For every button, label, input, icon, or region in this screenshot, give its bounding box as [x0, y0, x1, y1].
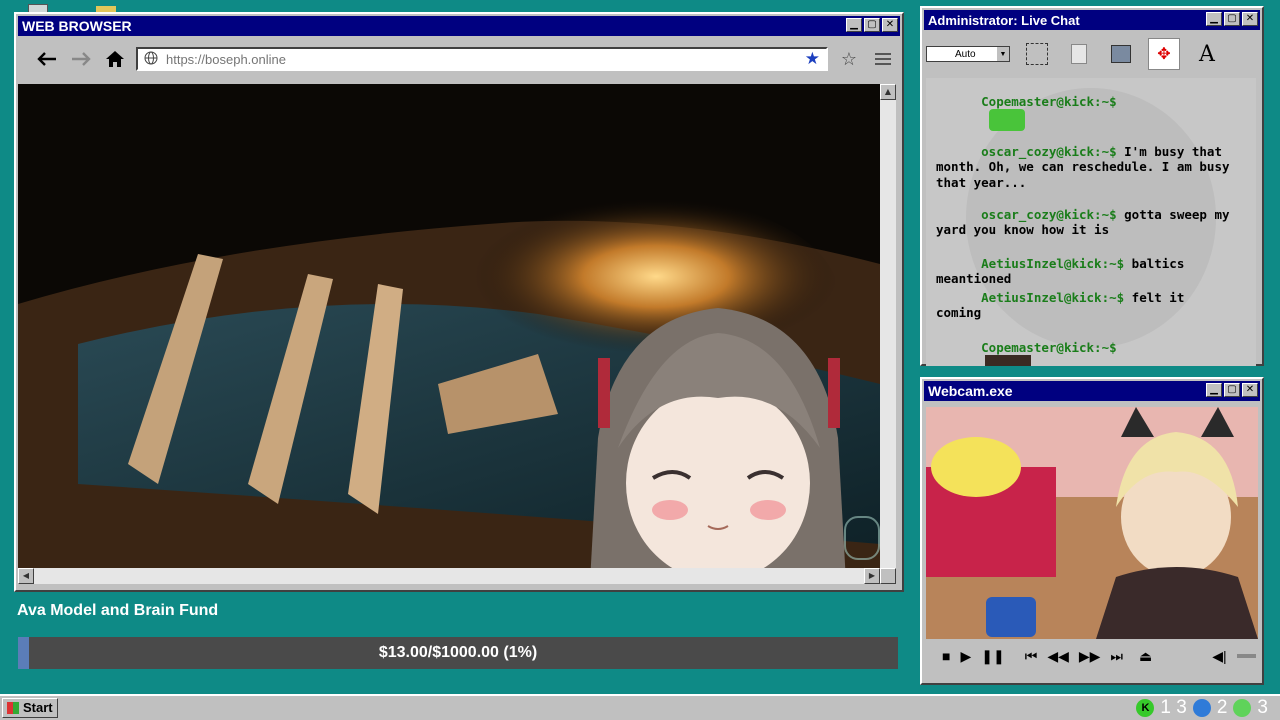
- start-label: Start: [23, 700, 53, 715]
- media-controls: ■ ▶ ❚❚ ⏮ ◀◀ ▶▶ ⏭ ⏏ ◀|: [928, 641, 1256, 671]
- scroll-up-icon[interactable]: ▲: [880, 84, 896, 100]
- home-icon[interactable]: [102, 47, 128, 71]
- minimize-button[interactable]: ▁: [1206, 383, 1222, 397]
- rewind-icon[interactable]: ◀◀: [1047, 648, 1069, 665]
- paste-icon[interactable]: [1106, 39, 1136, 69]
- url-input[interactable]: [164, 50, 799, 68]
- webcam-feed: [926, 407, 1258, 639]
- chat-username[interactable]: AetiusInzel@kick:~$: [981, 290, 1124, 305]
- moon-icon[interactable]: [1192, 699, 1211, 717]
- chat-title: Administrator: Live Chat: [928, 13, 1080, 28]
- browser-titlebar[interactable]: WEB BROWSER ▁ ▢ ✕: [18, 16, 900, 36]
- stop-icon[interactable]: ■: [942, 648, 950, 664]
- browser-title: WEB BROWSER: [22, 18, 132, 34]
- moon-count: 2: [1216, 697, 1228, 718]
- scroll-left-icon[interactable]: ◀: [18, 568, 34, 584]
- vertical-scrollbar[interactable]: ▲: [880, 84, 896, 568]
- volume-slider[interactable]: [1236, 654, 1256, 658]
- scroll-corner: [880, 568, 896, 584]
- chat-toolbar: Auto ▼ ✥ A: [926, 34, 1258, 74]
- close-button[interactable]: ✕: [1242, 12, 1258, 26]
- chat-window: Administrator: Live Chat ▁ ▢ ✕ Auto ▼ ✥ …: [920, 6, 1264, 366]
- maximize-button[interactable]: ▢: [1224, 383, 1240, 397]
- skip-back-icon[interactable]: ⏮: [1025, 648, 1038, 665]
- url-bar[interactable]: ★: [136, 47, 828, 71]
- move-icon[interactable]: ✥: [1148, 38, 1180, 70]
- fund-label: Ava Model and Brain Fund: [17, 602, 219, 619]
- start-button[interactable]: Start: [2, 698, 58, 718]
- pause-icon[interactable]: ❚❚: [981, 648, 1004, 665]
- play-count: 3: [1257, 697, 1268, 718]
- browser-navbar: ★ ☆: [34, 44, 896, 74]
- maximize-button[interactable]: ▢: [864, 18, 880, 32]
- bookmark-filled-icon[interactable]: ★: [805, 49, 820, 69]
- chat-username[interactable]: oscar_cozy@kick:~$: [981, 144, 1116, 159]
- chat-username[interactable]: oscar_cozy@kick:~$: [981, 207, 1116, 222]
- text-tool-icon[interactable]: A: [1192, 39, 1222, 69]
- globe-icon: [144, 51, 158, 68]
- chat-username[interactable]: Copemaster@kick:~$: [981, 94, 1116, 109]
- menu-icon[interactable]: [870, 47, 896, 71]
- font-select[interactable]: Auto ▼: [926, 46, 1010, 62]
- watermark-logo: [844, 516, 880, 560]
- volume-icon[interactable]: ◀|: [1212, 648, 1226, 665]
- minimize-button[interactable]: ▁: [846, 18, 862, 32]
- copy-icon[interactable]: [1064, 39, 1094, 69]
- webcam-title: Webcam.exe: [928, 383, 1013, 399]
- taskbar: Start K 1 3 2 3: [0, 694, 1280, 720]
- play-icon[interactable]: ▶: [960, 648, 971, 665]
- kick-count: 1 3: [1160, 697, 1187, 718]
- scroll-right-icon[interactable]: ▶: [864, 568, 880, 584]
- select-rect-icon[interactable]: [1022, 39, 1052, 69]
- skip-forward-icon[interactable]: ⏭: [1110, 648, 1123, 665]
- emote-image: [985, 355, 1032, 366]
- fund-progress-bar: $13.00/$1000.00 (1%): [18, 637, 898, 669]
- chat-message: Copemaster@kick:~$: [936, 324, 1236, 366]
- chat-titlebar[interactable]: Administrator: Live Chat ▁ ▢ ✕: [924, 10, 1260, 30]
- dropdown-arrow-icon[interactable]: ▼: [997, 47, 1009, 61]
- chat-log[interactable]: Copemaster@kick:~$ oscar_cozy@kick:~$ I'…: [926, 78, 1256, 366]
- windows-logo-icon: [7, 702, 19, 714]
- close-button[interactable]: ✕: [1242, 383, 1258, 397]
- chat-username[interactable]: Copemaster@kick:~$: [981, 340, 1116, 355]
- kick-icon[interactable]: K: [1136, 699, 1155, 717]
- minimize-button[interactable]: ▁: [1206, 12, 1222, 26]
- fast-forward-icon[interactable]: ▶▶: [1079, 648, 1101, 665]
- avatar: [590, 308, 846, 568]
- video-viewport[interactable]: [18, 84, 880, 568]
- webcam-window: Webcam.exe ▁ ▢ ✕ ■ ▶ ❚❚ ⏮ ◀◀ ▶▶ ⏭ ⏏ ◀|: [920, 377, 1264, 685]
- horizontal-scrollbar[interactable]: ◀ ▶: [18, 568, 880, 584]
- fund-progress-text: $13.00/$1000.00 (1%): [378, 644, 538, 661]
- close-button[interactable]: ✕: [882, 18, 898, 32]
- forward-icon[interactable]: [68, 47, 94, 71]
- back-icon[interactable]: [34, 47, 60, 71]
- maximize-button[interactable]: ▢: [1224, 12, 1240, 26]
- star-outline-icon[interactable]: ☆: [836, 47, 862, 71]
- play-circle-icon[interactable]: [1233, 699, 1252, 717]
- webcam-titlebar[interactable]: Webcam.exe ▁ ▢ ✕: [924, 381, 1260, 401]
- chat-username[interactable]: AetiusInzel@kick:~$: [981, 256, 1124, 271]
- font-select-value: Auto: [955, 49, 976, 60]
- eject-icon[interactable]: ⏏: [1139, 648, 1152, 665]
- system-tray: K 1 3 2 3: [1136, 696, 1268, 720]
